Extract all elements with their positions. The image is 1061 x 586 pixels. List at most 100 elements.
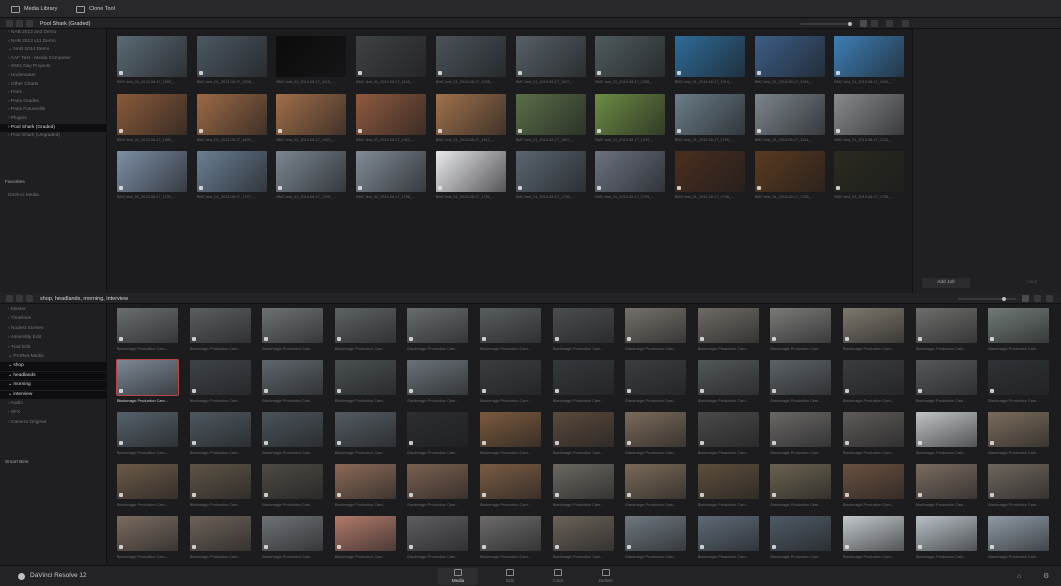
clip-thumbnail[interactable]	[552, 464, 614, 499]
clip-thumbnail[interactable]	[754, 94, 825, 135]
page-tab-color[interactable]: Color	[538, 568, 578, 585]
clip-thumbnail[interactable]	[625, 412, 687, 447]
sidebar-folder-item[interactable]: › SFX	[0, 409, 114, 418]
clip-thumbnail[interactable]	[915, 308, 977, 343]
clip-thumbnail[interactable]	[116, 359, 179, 396]
list-view-icon[interactable]	[871, 20, 878, 27]
clip-thumbnail[interactable]	[674, 94, 745, 135]
sidebar-folder-item[interactable]: ⌄ interview	[0, 390, 114, 400]
clip-thumbnail[interactable]	[117, 36, 187, 77]
thumbnail-view-icon[interactable]	[860, 20, 867, 27]
clip-thumbnail[interactable]	[697, 360, 759, 395]
clip-thumbnail[interactable]	[334, 516, 396, 551]
clip-thumbnail[interactable]	[407, 308, 469, 343]
clip-thumbnail[interactable]	[988, 464, 1050, 499]
sidebar-folder-item[interactable]: ⌄ headlands	[0, 371, 114, 381]
media-library-button[interactable]: Media Library	[11, 4, 57, 14]
lower-list-view-icon[interactable]	[1034, 295, 1041, 302]
clip-thumbnail[interactable]	[196, 36, 267, 77]
sidebar-folder-item[interactable]: ⌄ morning	[0, 381, 114, 390]
clip-thumbnail[interactable]	[196, 151, 267, 192]
clip-thumbnail[interactable]	[834, 36, 905, 77]
clip-thumbnail[interactable]	[189, 308, 251, 343]
clip-thumbnail[interactable]	[189, 516, 251, 551]
sidebar-folder-item[interactable]: › Paris Futureville	[0, 106, 114, 115]
clip-thumbnail[interactable]	[356, 36, 427, 77]
clip-thumbnail[interactable]	[262, 360, 324, 395]
sidebar-folder-item[interactable]: › Plugins	[0, 115, 114, 124]
clip-thumbnail[interactable]	[988, 412, 1050, 447]
lower-back-icon[interactable]	[16, 295, 23, 302]
lower-sort-icon[interactable]	[1046, 295, 1053, 302]
clip-thumbnail[interactable]	[552, 360, 614, 395]
sidebar-folder-item[interactable]: › SMG Day Projects	[0, 63, 114, 72]
lower-thumbnail-view-icon[interactable]	[1022, 295, 1029, 302]
sidebar-folder-item[interactable]: › AAF Test - Media Composer	[0, 55, 114, 64]
clip-thumbnail[interactable]	[843, 308, 904, 343]
clip-thumbnail[interactable]	[480, 412, 541, 447]
clip-thumbnail[interactable]	[697, 308, 759, 343]
clip-thumbnail[interactable]	[407, 464, 469, 499]
sidebar-folder-item[interactable]: › Underwater	[0, 72, 114, 81]
clip-thumbnail[interactable]	[915, 464, 977, 499]
clip-thumbnail[interactable]	[552, 412, 614, 447]
sidebar-folder-item[interactable]: › Pool Shark (Ungraded)	[0, 132, 114, 141]
clip-thumbnail[interactable]	[189, 412, 251, 447]
clip-thumbnail[interactable]	[915, 516, 977, 551]
clip-thumbnail[interactable]	[915, 360, 977, 395]
clip-thumbnail[interactable]	[515, 36, 586, 77]
clip-thumbnail[interactable]	[356, 94, 427, 135]
favorite-item[interactable]: DaVinci Media	[0, 192, 114, 201]
sidebar-folder-item[interactable]: › Camera Original	[0, 419, 114, 428]
settings-gear-icon[interactable]: ⚙	[1043, 572, 1049, 580]
clip-thumbnail[interactable]	[117, 94, 187, 135]
clip-thumbnail[interactable]	[625, 516, 687, 551]
upper-zoom-slider[interactable]	[800, 22, 852, 26]
clip-thumbnail[interactable]	[196, 94, 267, 135]
page-tab-deliver[interactable]: Deliver	[586, 568, 626, 585]
clip-thumbnail[interactable]	[334, 412, 396, 447]
clip-thumbnail[interactable]	[915, 412, 977, 447]
sidebar-folder-item[interactable]: › NAB 2013 and Demo	[0, 29, 114, 38]
clip-thumbnail[interactable]	[674, 36, 745, 77]
forward-icon[interactable]	[26, 20, 33, 27]
sidebar-folder-item[interactable]: › Nodest Scenes	[0, 325, 114, 334]
clip-thumbnail[interactable]	[435, 94, 506, 135]
clip-thumbnail[interactable]	[435, 151, 506, 192]
clip-thumbnail[interactable]	[515, 94, 586, 135]
clip-thumbnail[interactable]	[262, 308, 324, 343]
clip-thumbnail[interactable]	[117, 464, 178, 499]
clip-thumbnail[interactable]	[262, 412, 324, 447]
clip-thumbnail[interactable]	[276, 151, 347, 192]
clone-tool-button[interactable]: Clone Tool	[76, 4, 115, 14]
clip-thumbnail[interactable]	[595, 151, 666, 192]
clip-thumbnail[interactable]	[843, 464, 904, 499]
clip-thumbnail[interactable]	[262, 516, 324, 551]
clip-thumbnail[interactable]	[407, 516, 469, 551]
back-icon[interactable]	[16, 20, 23, 27]
clip-thumbnail[interactable]	[552, 516, 614, 551]
sidebar-folder-item[interactable]: › Pool Shark (Graded)	[0, 123, 114, 133]
clip-thumbnail[interactable]	[697, 412, 759, 447]
sidebar-folder-item[interactable]: › Paris Grades	[0, 98, 114, 107]
sidebar-toggle-icon[interactable]	[6, 20, 13, 27]
page-tab-edit[interactable]: Edit	[490, 568, 530, 585]
clip-thumbnail[interactable]	[834, 151, 905, 192]
clip-thumbnail[interactable]	[117, 308, 178, 343]
clip-thumbnail[interactable]	[625, 308, 687, 343]
more-options-icon[interactable]	[902, 20, 909, 27]
clear-button[interactable]: Clear	[1017, 278, 1047, 288]
clip-thumbnail[interactable]	[770, 516, 832, 551]
clip-thumbnail[interactable]	[770, 464, 832, 499]
clip-thumbnail[interactable]	[552, 308, 614, 343]
sort-icon[interactable]	[886, 20, 893, 27]
clip-thumbnail[interactable]	[435, 36, 506, 77]
clip-thumbnail[interactable]	[625, 360, 687, 395]
clip-thumbnail[interactable]	[988, 516, 1050, 551]
sidebar-folder-item[interactable]: ⌄ NAB 2014 Demo	[0, 46, 114, 55]
lower-forward-icon[interactable]	[26, 295, 33, 302]
sidebar-folder-item[interactable]: › Paris	[0, 89, 114, 98]
clip-thumbnail[interactable]	[117, 412, 178, 447]
clip-thumbnail[interactable]	[754, 151, 825, 192]
clip-thumbnail[interactable]	[356, 151, 427, 192]
